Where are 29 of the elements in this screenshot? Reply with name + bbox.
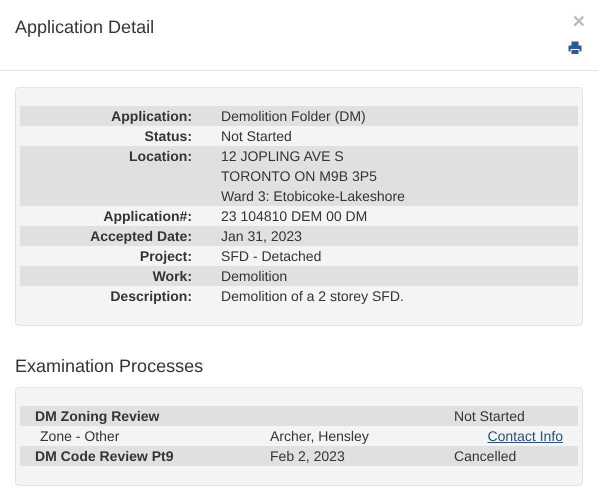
field-value: TORONTO ON M9B 3P5 xyxy=(221,167,378,186)
field-value: Demolition Folder (DM) xyxy=(221,107,366,126)
field-value: 12 JOPLING AVE S xyxy=(221,147,345,166)
dialog-title: Application Detail xyxy=(15,16,154,39)
process-name: DM Zoning Review xyxy=(35,408,160,424)
field-label: Status: xyxy=(144,127,192,146)
field-value: SFD - Detached xyxy=(221,247,322,266)
field-label: Location: xyxy=(128,147,192,166)
field-label: Description: xyxy=(109,287,192,306)
contact-link[interactable]: Contact Info xyxy=(488,426,563,446)
section-heading: Examination Processes xyxy=(15,355,204,378)
process-name: DM Code Review Pt9 xyxy=(35,448,174,464)
field-value: Demolition xyxy=(221,267,288,286)
task-name: Zone - Other xyxy=(40,428,120,444)
field-label: Work: xyxy=(152,267,192,286)
process-date: Feb 2, 2023 xyxy=(270,448,345,464)
field-label: Project: xyxy=(138,247,192,266)
process-status: Not Started xyxy=(454,408,525,424)
print-icon[interactable] xyxy=(568,41,582,55)
field-value: 23 104810 DEM 00 DM xyxy=(221,207,368,226)
field-label: Application#: xyxy=(102,207,192,226)
field-label: Accepted Date: xyxy=(89,227,192,246)
field-value: Jan 31, 2023 xyxy=(221,227,302,246)
field-value: Ward 3: Etobicoke-Lakeshore xyxy=(221,187,405,206)
field-label: Application: xyxy=(110,107,192,126)
reviewer-name: Archer, Hensley xyxy=(270,428,369,444)
field-value: Not Started xyxy=(221,127,292,146)
field-value: Demolition of a 2 storey SFD. xyxy=(221,287,404,306)
process-status: Cancelled xyxy=(454,448,516,464)
